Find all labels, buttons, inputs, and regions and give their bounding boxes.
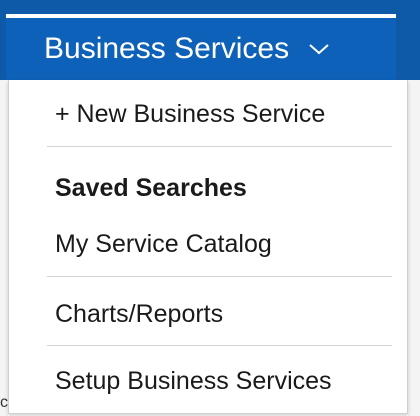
setup-business-services-item[interactable]: Setup Business Services — [55, 367, 332, 396]
business-services-menu-button[interactable]: Business Services — [6, 14, 396, 80]
menu-button-label: Business Services — [44, 32, 290, 65]
chevron-down-icon — [309, 44, 329, 55]
background-edge-right — [408, 80, 420, 416]
menu-divider — [47, 345, 392, 346]
menu-divider — [47, 146, 392, 147]
background-partial-text: c — [0, 394, 8, 411]
background-edge-left — [0, 80, 8, 416]
charts-reports-item[interactable]: Charts/Reports — [55, 300, 223, 329]
business-services-dropdown: + New Business Service Saved Searches My… — [8, 80, 408, 414]
new-business-service-item[interactable]: + New Business Service — [55, 100, 325, 129]
menu-divider — [47, 276, 392, 277]
saved-searches-header: Saved Searches — [55, 174, 247, 202]
screen: Business Services c + New Business Servi… — [0, 0, 420, 416]
my-service-catalog-item[interactable]: My Service Catalog — [55, 230, 272, 259]
